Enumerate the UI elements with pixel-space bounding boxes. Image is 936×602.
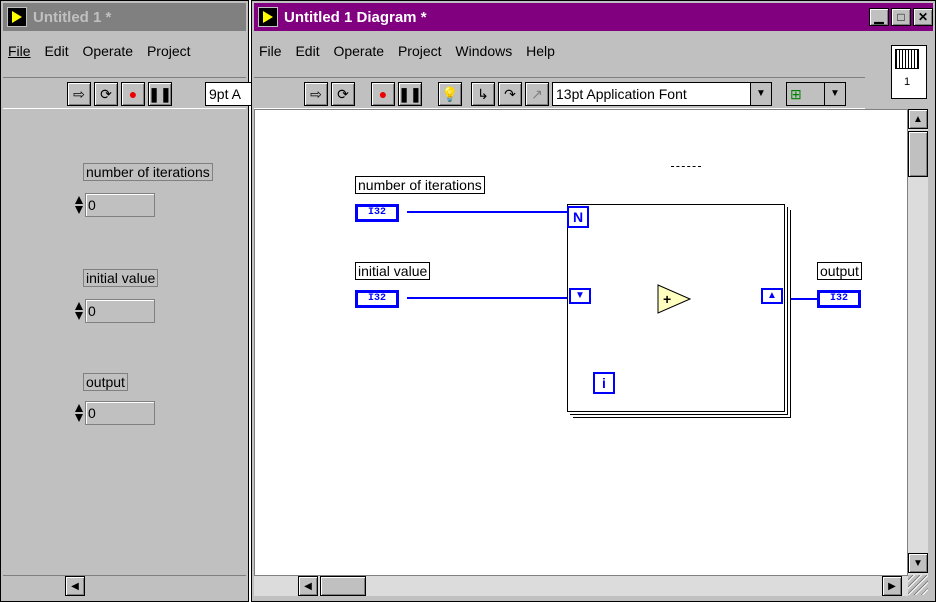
front-panel-hscroll[interactable]: ◀ [3, 575, 246, 596]
scroll-up-icon[interactable]: ▲ [908, 109, 928, 129]
increment-decrement-icon[interactable] [75, 299, 83, 323]
highlight-execution-button[interactable]: 💡 [438, 82, 462, 106]
pause-icon: ❚❚ [148, 85, 172, 102]
diagram-titlebar[interactable]: Untitled 1 Diagram * ▁ □ ✕ [254, 3, 933, 31]
output-value: 0 [85, 401, 155, 425]
pause-button[interactable]: ❚❚ [398, 82, 422, 106]
abort-icon: ● [378, 86, 388, 102]
step-out-button[interactable]: ↗ [525, 82, 549, 106]
step-over-button[interactable]: ↷ [498, 82, 522, 106]
chevron-up-icon: ▲ [767, 290, 777, 301]
hscroll-thumb[interactable] [320, 576, 366, 596]
highlight-execution-icon: 💡 [441, 85, 459, 102]
iterations-terminal[interactable]: I32 [355, 204, 399, 222]
menu-edit[interactable]: Edit [44, 43, 68, 59]
output-terminal[interactable]: I32 [817, 290, 861, 308]
connector-pane-icon [895, 49, 919, 69]
close-icon[interactable]: ✕ [913, 8, 933, 26]
front-panel-menubar: File Edit Operate Project [3, 43, 246, 63]
front-panel-toolbar: ⇨ ⟳ ● ❚❚ 9pt A [3, 77, 255, 109]
initial-value-input[interactable]: 0 [85, 299, 155, 323]
font-select[interactable]: 13pt Application Font ▼ [552, 82, 772, 106]
front-panel-area: number of iterations 0 initial value 0 o… [3, 109, 246, 571]
abort-icon: ● [128, 86, 138, 102]
run-button[interactable]: ⇨ [67, 82, 91, 106]
font-field[interactable]: 9pt A [205, 82, 255, 106]
iterations-input[interactable]: 0 [85, 193, 155, 217]
front-panel-titlebar[interactable]: Untitled 1 * [3, 3, 246, 31]
wire-output [785, 298, 821, 300]
run-continuous-icon: ⟳ [337, 85, 349, 102]
output-indicator-label: output [83, 373, 128, 391]
labview-icon [7, 7, 27, 27]
diagram-toolbar: ⇨ ⟳ ● ❚❚ 💡 ↳ ↷ ↗ 13pt Application Font ▼… [254, 77, 865, 109]
pause-icon: ❚❚ [398, 85, 422, 102]
menu-project[interactable]: Project [398, 43, 442, 59]
add-node[interactable]: + [657, 284, 691, 314]
menu-file[interactable]: File [8, 43, 31, 59]
menu-operate[interactable]: Operate [333, 43, 384, 59]
menu-operate[interactable]: Operate [82, 43, 133, 59]
front-panel-title: Untitled 1 * [33, 8, 112, 26]
maximize-icon[interactable]: □ [891, 8, 911, 26]
resize-grip-icon[interactable] [908, 575, 928, 595]
block-diagram-canvas[interactable]: N ▼ ▲ i + number of iterations I32 initi… [254, 109, 908, 577]
step-into-button[interactable]: ↳ [471, 82, 495, 106]
loop-index-terminal[interactable]: i [593, 372, 615, 394]
run-continuously-button[interactable]: ⟳ [94, 82, 118, 106]
wire-initial [407, 297, 571, 299]
menu-file[interactable]: File [259, 43, 282, 59]
diagram-title: Untitled 1 Diagram * [284, 8, 427, 26]
diagram-vscroll[interactable]: ▲ ▼ [908, 109, 928, 575]
run-button[interactable]: ⇨ [304, 82, 328, 106]
iterations-terminal-label: number of iterations [355, 176, 485, 194]
minimize-icon[interactable]: ▁ [869, 8, 889, 26]
pause-button[interactable]: ❚❚ [148, 82, 172, 106]
chevron-down-icon[interactable]: ▼ [824, 83, 845, 105]
menu-project[interactable]: Project [147, 43, 191, 59]
connector-pane-number: 1 [904, 76, 911, 88]
diagram-window: Untitled 1 Diagram * ▁ □ ✕ File Edit Ope… [251, 0, 936, 602]
labview-icon [258, 7, 278, 27]
wire-iterations [407, 211, 571, 213]
shift-register-right[interactable]: ▲ [761, 288, 783, 304]
step-into-icon: ↳ [477, 85, 489, 102]
abort-button[interactable]: ● [121, 82, 145, 106]
font-select-value: 13pt Application Font [556, 86, 687, 102]
loop-count-terminal[interactable]: N [567, 206, 589, 228]
iterations-control-label: number of iterations [83, 163, 213, 181]
scroll-right-icon[interactable]: ▶ [882, 576, 902, 596]
scroll-down-icon[interactable]: ▼ [908, 553, 928, 573]
step-over-icon: ↷ [504, 85, 516, 102]
connector-pane[interactable]: 1 [891, 45, 927, 99]
run-continuously-button[interactable]: ⟳ [331, 82, 355, 106]
run-arrow-icon: ⇨ [310, 85, 322, 102]
step-out-icon: ↗ [531, 85, 543, 102]
run-arrow-icon: ⇨ [73, 85, 85, 102]
add-symbol: + [663, 291, 671, 307]
align-objects-select[interactable]: ⊞ ▼ [786, 82, 846, 106]
diagram-menubar: File Edit Operate Project Windows Help [254, 43, 865, 63]
abort-button[interactable]: ● [371, 82, 395, 106]
diagram-hscroll[interactable]: ◀ ▶ [254, 575, 908, 596]
align-objects-icon: ⊞ [790, 86, 802, 102]
initial-value-terminal-label: initial value [355, 262, 431, 280]
increment-decrement-icon[interactable] [75, 193, 83, 217]
scroll-left-icon[interactable]: ◀ [65, 576, 85, 596]
output-terminal-label: output [817, 262, 862, 280]
initial-value-control-label: initial value [83, 269, 159, 287]
chevron-down-icon[interactable]: ▼ [750, 83, 771, 105]
increment-decrement-icon [75, 401, 83, 425]
dashed-mark [671, 166, 701, 167]
scroll-left-icon[interactable]: ◀ [298, 576, 318, 596]
initial-value-terminal[interactable]: I32 [355, 290, 399, 308]
menu-edit[interactable]: Edit [295, 43, 319, 59]
vscroll-thumb[interactable] [908, 131, 928, 177]
menu-windows[interactable]: Windows [455, 43, 512, 59]
chevron-down-icon: ▼ [575, 290, 585, 301]
menu-help[interactable]: Help [526, 43, 555, 59]
shift-register-left[interactable]: ▼ [569, 288, 591, 304]
front-panel-window: Untitled 1 * File Edit Operate Project ⇨… [0, 0, 255, 602]
run-continuous-icon: ⟳ [100, 85, 112, 102]
